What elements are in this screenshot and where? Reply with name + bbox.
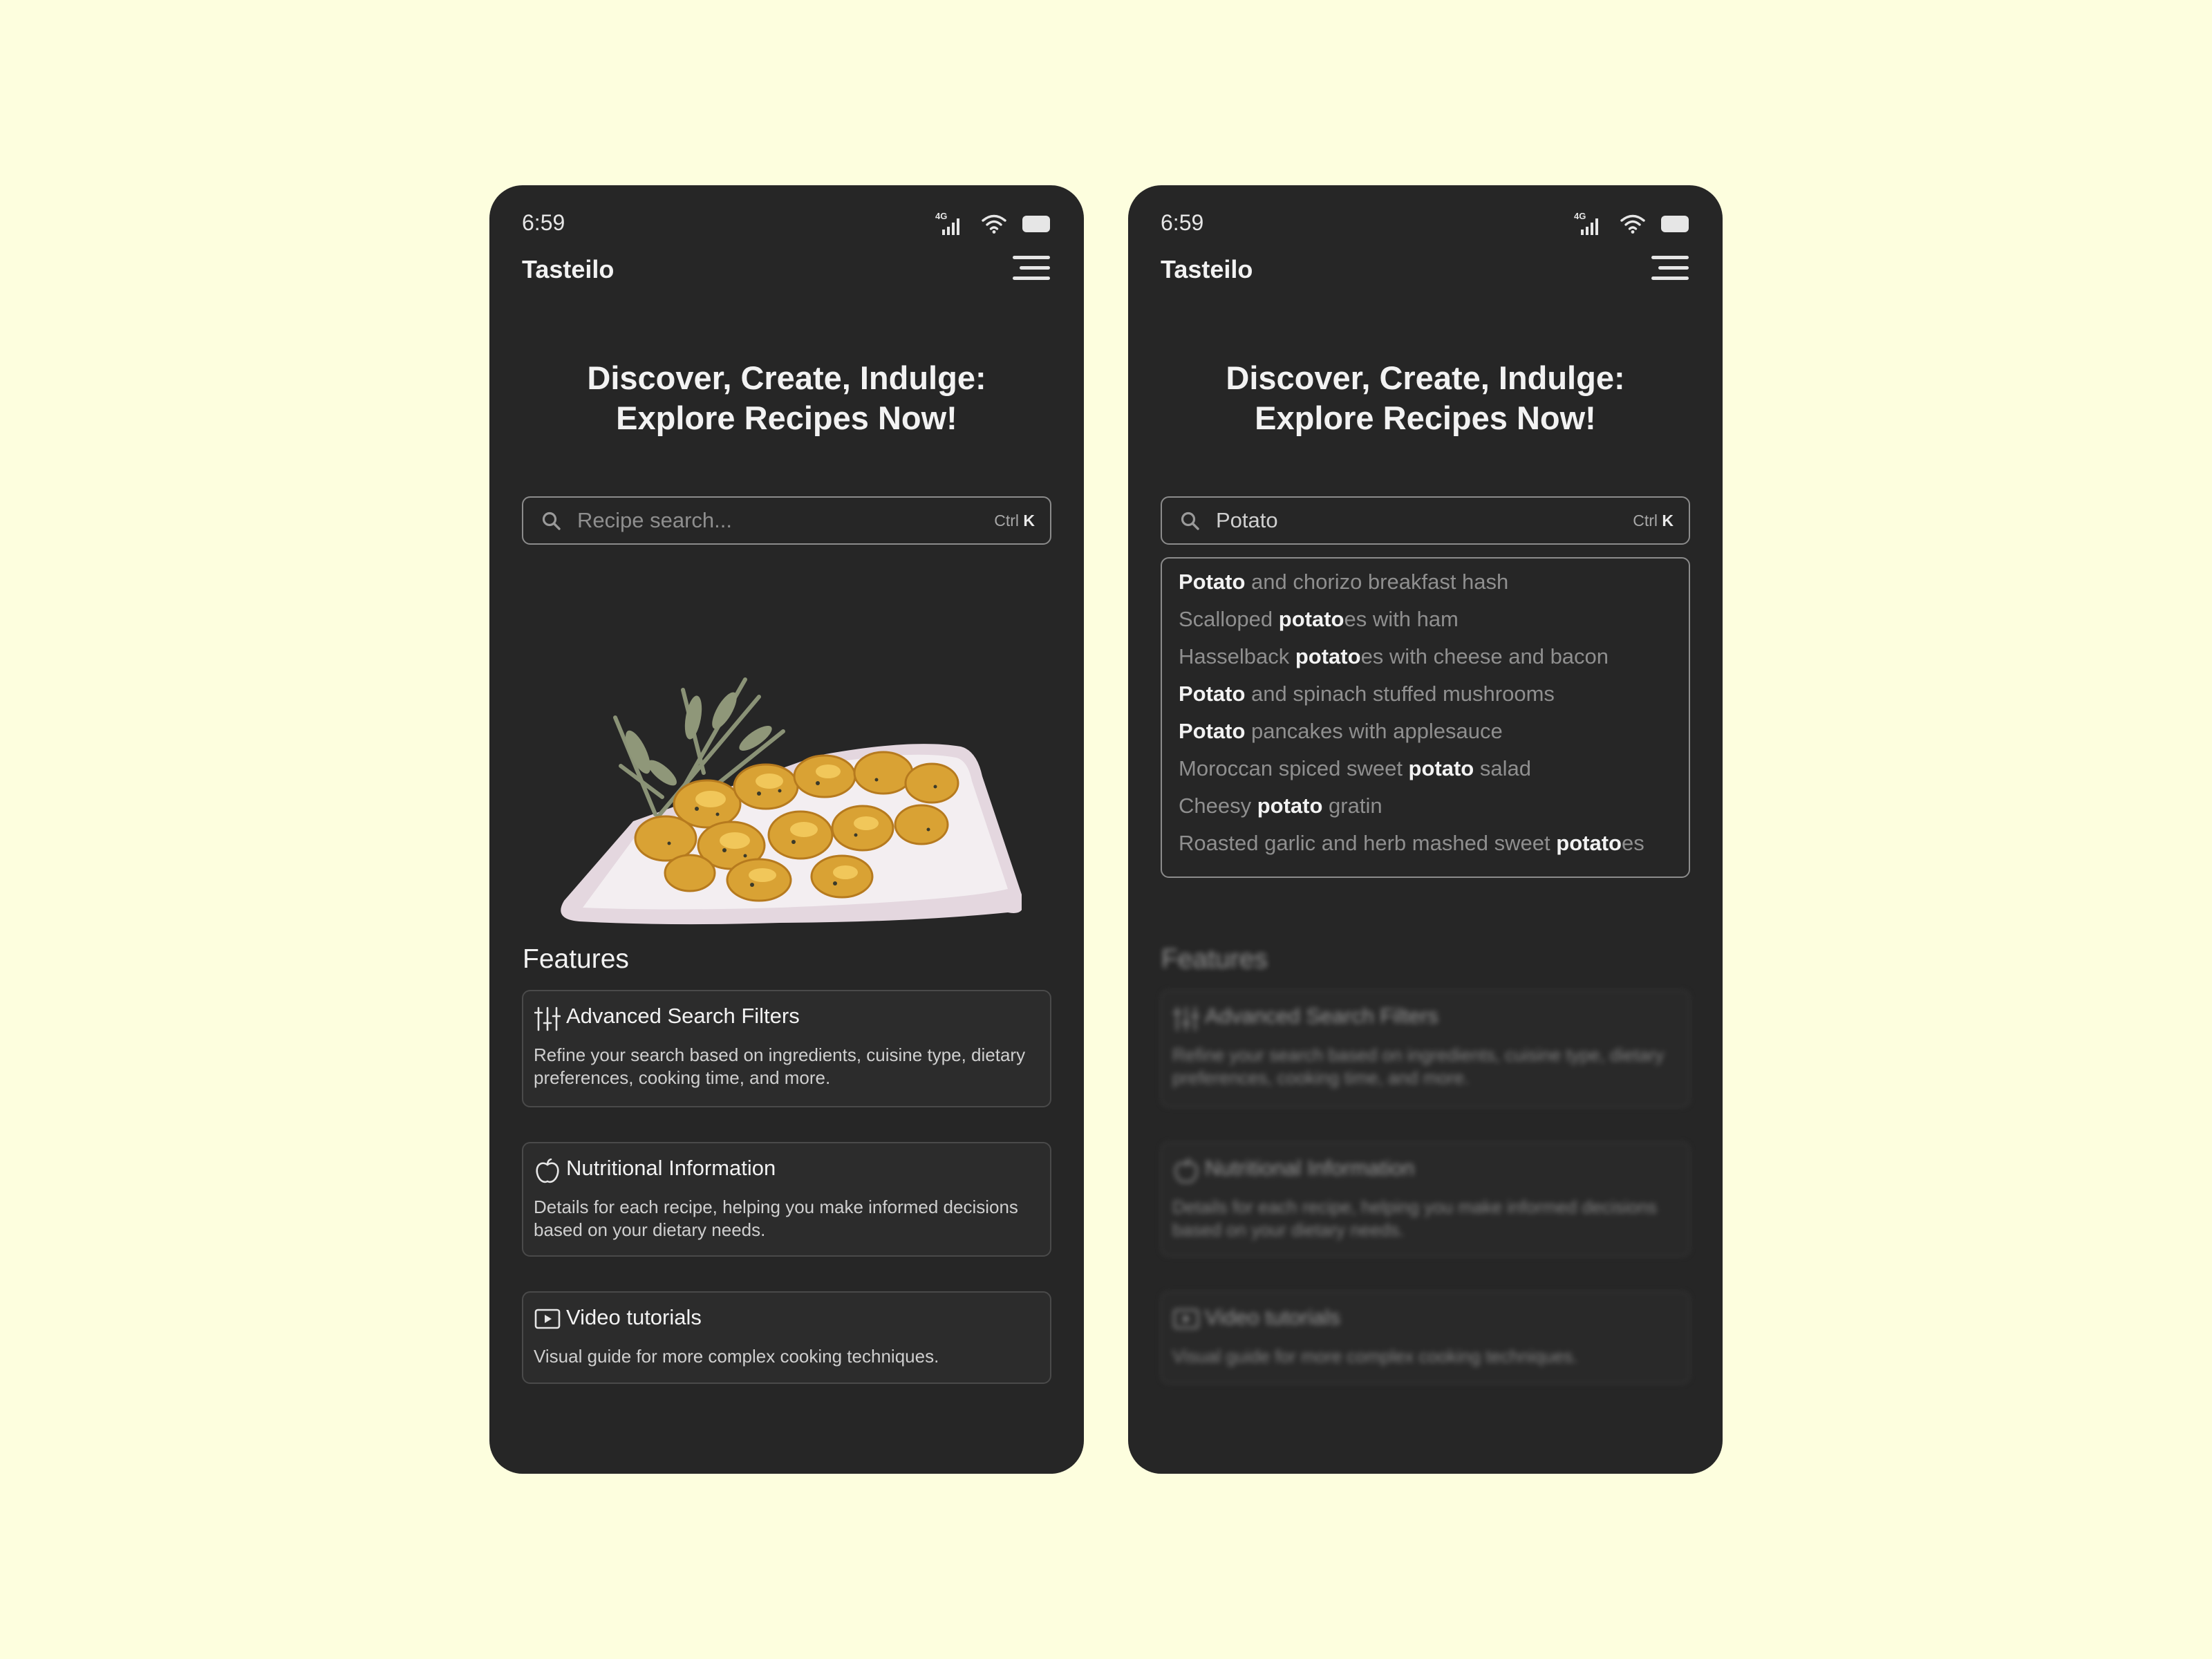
hero-title-line-1: Discover, Create, Indulge:: [1226, 359, 1625, 396]
phone-screen-home: 6:59 4G Tasteilo Discover, Create, Indul…: [489, 185, 1084, 1474]
battery-icon: [1022, 216, 1050, 232]
suggestion-item[interactable]: Potato and chorizo breakfast hash: [1179, 570, 1508, 594]
hamburger-menu-icon: [1013, 256, 1050, 280]
hamburger-menu-icon: [1651, 256, 1689, 280]
feature-description: Details for each recipe, helping you mak…: [1172, 1197, 1657, 1240]
apple-icon: [1174, 1159, 1198, 1183]
suggestion-item[interactable]: Scalloped potatoes with ham: [1179, 607, 1459, 632]
cellular-signal-icon: 4G: [1574, 212, 1598, 235]
features-heading: Features: [523, 944, 629, 974]
search-shortcut-hint: Ctrl K: [994, 512, 1035, 529]
hero-title: Discover, Create, Indulge: Explore Recip…: [1170, 358, 1681, 438]
suggestion-item[interactable]: Roasted garlic and herb mashed sweet pot…: [1179, 831, 1644, 856]
feature-title: Nutritional Information: [566, 1156, 776, 1180]
sliders-icon: [1173, 1006, 1199, 1031]
app-title: Tasteilo: [522, 255, 615, 283]
video-play-icon: [1173, 1309, 1199, 1329]
feature-card-advanced-search-filters[interactable]: Advanced Search Filters Refine your sear…: [522, 990, 1051, 1107]
recipe-search-box[interactable]: Ctrl K: [1161, 496, 1690, 545]
feature-card-nutritional-information[interactable]: Nutritional Information Details for each…: [522, 1142, 1051, 1257]
menu-button[interactable]: [1010, 254, 1051, 285]
feature-card-nutritional-information: Nutritional Information Details for each…: [1161, 1142, 1690, 1257]
feature-description: Refine your search based on ingredients,…: [1172, 1044, 1665, 1088]
recipe-search-input[interactable]: [1216, 498, 1603, 543]
feature-title: Video tutorials: [1205, 1305, 1340, 1329]
suggestion-item[interactable]: Hasselback potatoes with cheese and baco…: [1179, 644, 1609, 669]
status-bar: 6:59 4G: [1161, 203, 1690, 242]
cellular-signal-icon: 4G: [935, 212, 959, 235]
feature-description: Details for each recipe, helping you mak…: [534, 1197, 1018, 1240]
video-play-icon: [534, 1309, 561, 1329]
search-icon: [542, 512, 561, 530]
suggestion-item[interactable]: Potato pancakes with applesauce: [1179, 719, 1503, 744]
status-time: 6:59: [522, 210, 565, 235]
recipe-search-input[interactable]: [577, 498, 964, 543]
suggestion-item[interactable]: Potato and spinach stuffed mushrooms: [1179, 682, 1555, 706]
feature-title: Advanced Search Filters: [1205, 1004, 1438, 1028]
search-shortcut-hint: Ctrl K: [1633, 512, 1674, 529]
feature-title: Nutritional Information: [1205, 1156, 1415, 1180]
sliders-icon: [534, 1006, 561, 1031]
search-icon: [1181, 512, 1199, 530]
apple-icon: [536, 1159, 559, 1183]
wifi-icon: [1620, 214, 1645, 234]
feature-title: Video tutorials: [566, 1305, 702, 1329]
feature-card-advanced-search-filters: Advanced Search Filters Refine your sear…: [1161, 990, 1690, 1107]
app-header: Tasteilo: [522, 250, 1051, 289]
feature-description: Visual guide for more complex cooking te…: [534, 1346, 939, 1367]
hero-title-line-1: Discover, Create, Indulge:: [587, 359, 986, 396]
app-title: Tasteilo: [1161, 255, 1253, 283]
status-icons: 4G: [935, 212, 1051, 236]
hero-title-line-2: Explore Recipes Now!: [616, 400, 957, 436]
app-header: Tasteilo: [1161, 250, 1690, 289]
wifi-icon: [982, 214, 1006, 234]
hero-title-line-2: Explore Recipes Now!: [1255, 400, 1596, 436]
battery-icon: [1661, 216, 1689, 232]
feature-description: Visual guide for more complex cooking te…: [1172, 1346, 1578, 1367]
hero-title: Discover, Create, Indulge: Explore Recip…: [531, 358, 1042, 438]
feature-title: Advanced Search Filters: [566, 1004, 800, 1028]
features-heading: Features: [1161, 944, 1268, 974]
feature-card-video-tutorials: Video tutorials Visual guide for more co…: [1161, 1291, 1690, 1384]
potato-dish-image: [561, 677, 1022, 925]
feature-card-video-tutorials[interactable]: Video tutorials Visual guide for more co…: [522, 1291, 1051, 1384]
svg-text:4G: 4G: [935, 212, 947, 221]
recipe-search-box[interactable]: Ctrl K: [522, 496, 1051, 545]
status-time: 6:59: [1161, 210, 1204, 235]
feature-description: Refine your search based on ingredients,…: [534, 1044, 1026, 1088]
status-bar: 6:59 4G: [522, 203, 1051, 242]
search-suggestions-dropdown: Potato and chorizo breakfast hash Scallo…: [1161, 557, 1690, 878]
phone-screen-search-active: 6:59 4G Tasteilo Discover, Create, Indul…: [1128, 185, 1723, 1474]
svg-text:4G: 4G: [1574, 212, 1586, 221]
status-icons: 4G: [1574, 212, 1690, 236]
suggestion-item[interactable]: Cheesy potato gratin: [1179, 794, 1382, 818]
suggestion-item[interactable]: Moroccan spiced sweet potato salad: [1179, 756, 1531, 781]
menu-button[interactable]: [1649, 254, 1690, 285]
